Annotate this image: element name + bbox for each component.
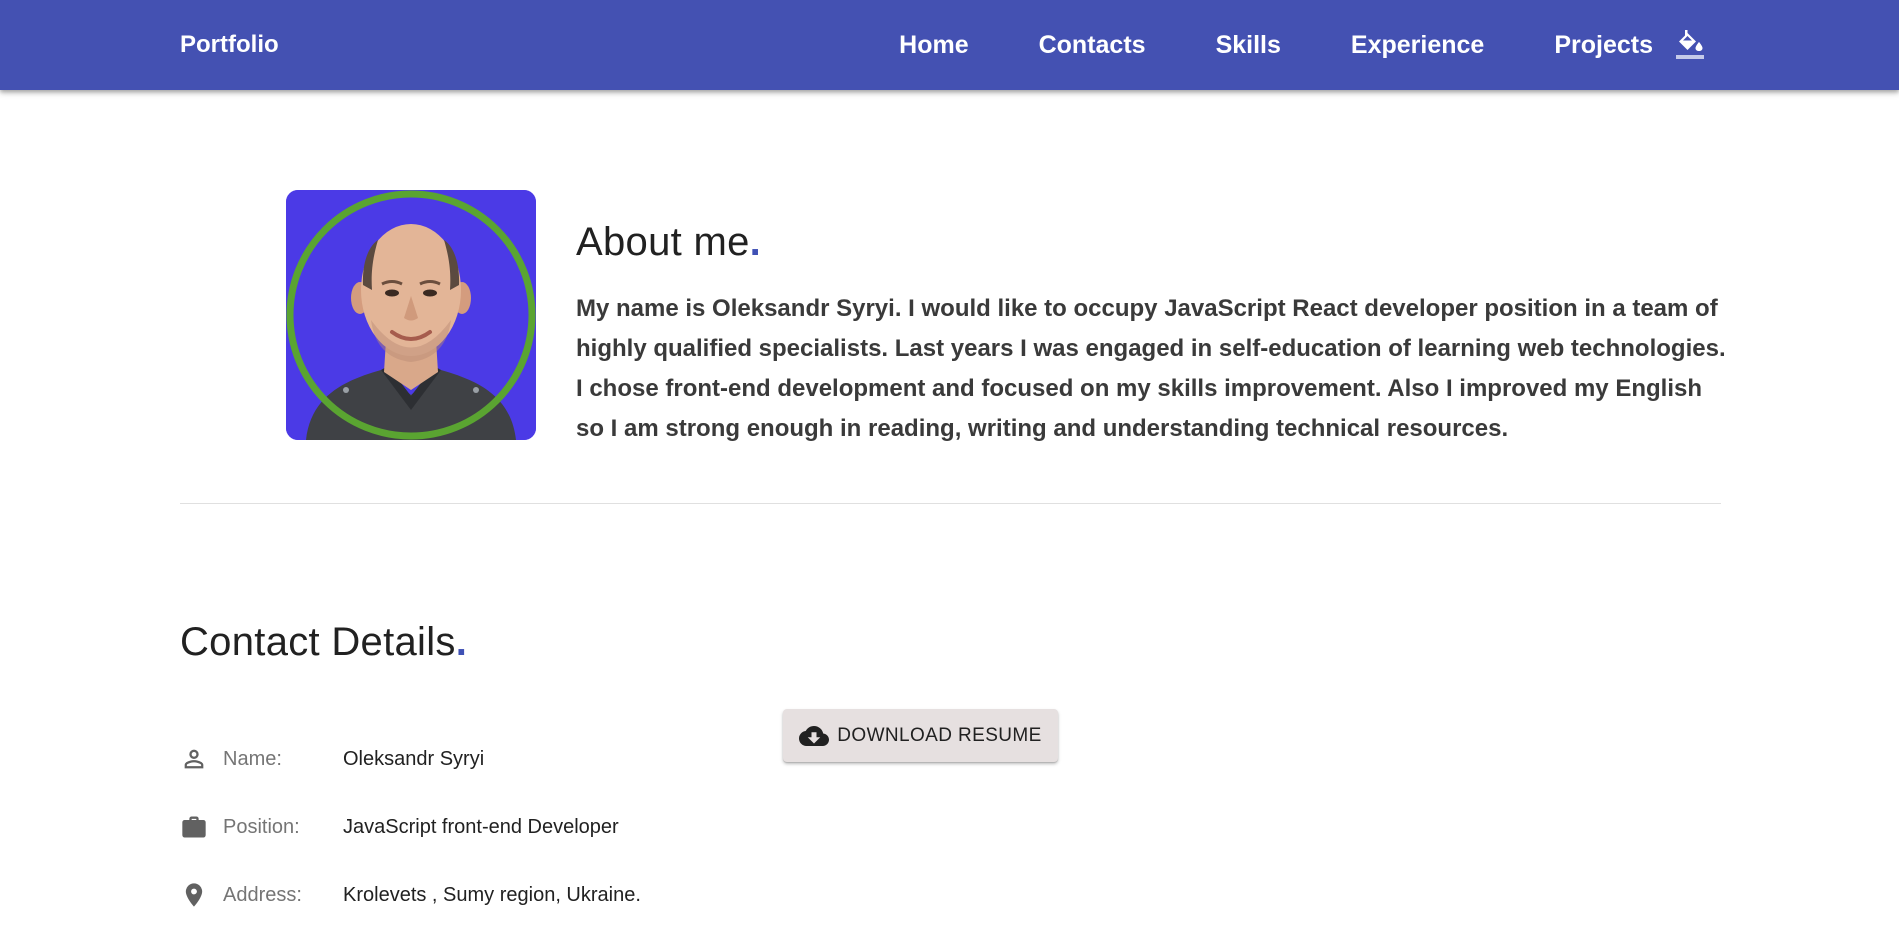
nav-home[interactable]: Home: [899, 31, 968, 60]
contact-details-list: Name: Oleksandr Syryi Position: JavaScri…: [180, 725, 800, 929]
about-text: About me. My name is Oleksandr Syryi. I …: [576, 220, 1726, 449]
nav-projects[interactable]: Projects: [1554, 31, 1653, 60]
nav-experience[interactable]: Experience: [1351, 31, 1484, 60]
location-pin-icon: [185, 883, 203, 907]
avatar: [286, 190, 536, 440]
app-bar: Portfolio Home Contacts Skills Experienc…: [0, 0, 1899, 90]
nav-skills[interactable]: Skills: [1216, 31, 1281, 60]
main-nav: Home Contacts Skills Experience Projects: [899, 0, 1653, 90]
briefcase-icon: [182, 816, 206, 838]
profile-photo: [286, 190, 536, 440]
download-resume-button[interactable]: DOWNLOAD RESUME: [783, 709, 1058, 762]
contact-value: Oleksandr Syryi: [343, 747, 485, 770]
contact-value: JavaScript front-end Developer: [343, 815, 619, 838]
contact-label: Address:: [223, 883, 302, 906]
download-resume-label: DOWNLOAD RESUME: [837, 724, 1042, 746]
paint-bucket-icon: [1676, 30, 1704, 59]
contact-row-address: Address: Krolevets , Sumy region, Ukrain…: [180, 861, 800, 929]
contact-row-position: Position: JavaScript front-end Developer: [180, 793, 800, 861]
contact-value: Krolevets , Sumy region, Ukraine.: [343, 883, 641, 906]
section-divider: [180, 503, 1721, 504]
nav-contacts[interactable]: Contacts: [1039, 31, 1146, 60]
brand-logo[interactable]: Portfolio: [180, 0, 279, 90]
about-description: My name is Oleksandr Syryi. I would like…: [576, 295, 1726, 442]
contact-title: Contact Details.: [180, 620, 468, 664]
contact-label: Position:: [223, 815, 300, 838]
about-title: About me.: [576, 220, 762, 264]
person-icon: [184, 749, 204, 769]
contact-row-name: Name: Oleksandr Syryi: [180, 725, 800, 793]
cloud-download-icon: [799, 725, 830, 746]
contact-label: Name:: [223, 747, 282, 770]
theme-toggle-button[interactable]: [1673, 27, 1707, 61]
